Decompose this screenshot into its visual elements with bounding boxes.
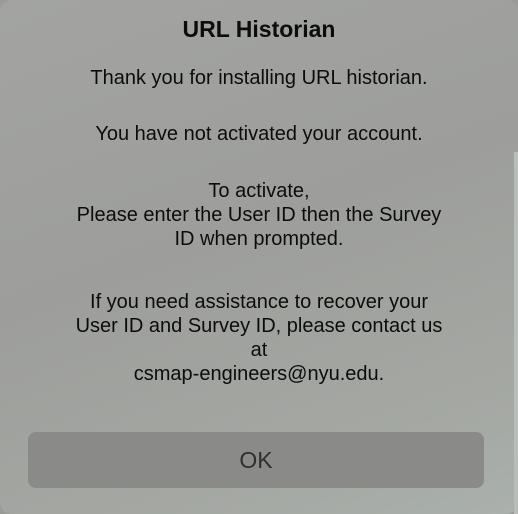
assistance-message: If you need assistance to recover your U… [30,290,488,386]
assistance-line-1: If you need assistance to recover your [90,291,428,313]
dialog-title: URL Historian [182,16,336,42]
alert-dialog: URL Historian Thank you for installing U… [0,0,518,514]
not-activated-message: You have not activated your account. [95,123,423,145]
activation-line-2: Please enter the User ID then the Survey [76,204,442,226]
activation-instructions: To activate, Please enter the User ID th… [30,179,488,251]
contact-email: csmap-engineers@nyu.edu. [133,363,385,385]
install-thanks-message: Thank you for installing URL historian. [90,67,428,89]
assistance-line-2: User ID and Survey ID, please contact us [75,315,443,337]
ok-button[interactable]: OK [28,432,484,488]
assistance-line-3: at [250,339,268,361]
activation-line-1: To activate, [208,180,310,202]
window-edge [514,152,518,514]
activation-line-3: ID when prompted. [174,228,344,250]
